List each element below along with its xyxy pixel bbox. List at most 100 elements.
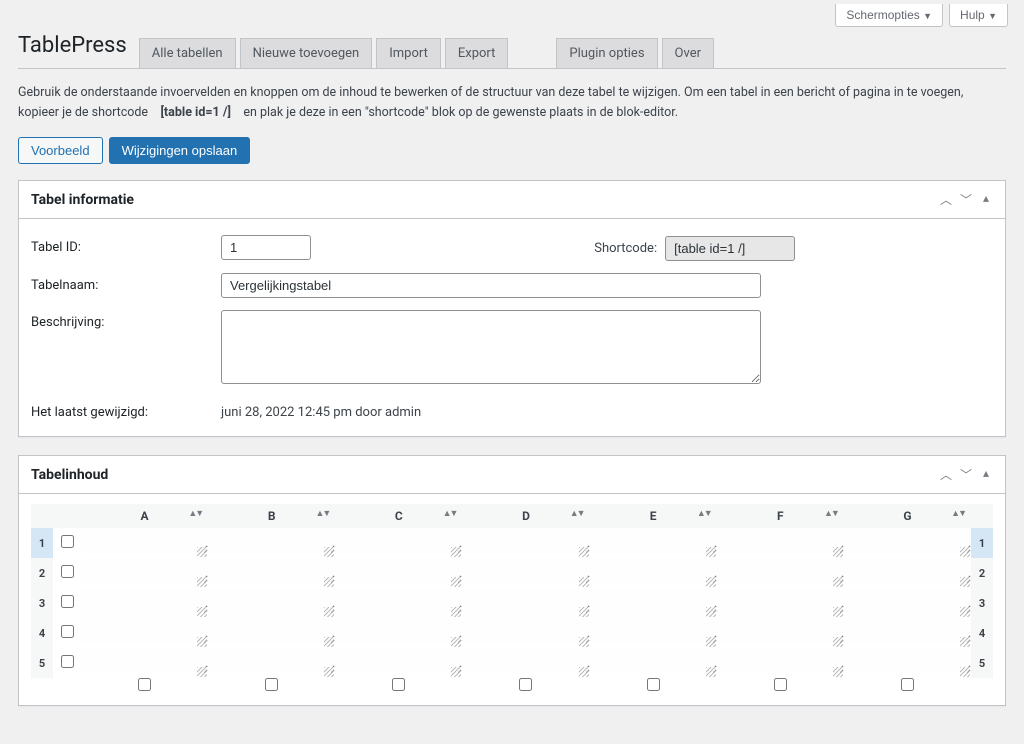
col-header-D[interactable]: D▲▼ <box>462 504 589 528</box>
col-checkbox-B[interactable] <box>265 678 278 691</box>
tab-plugin-options[interactable]: Plugin opties <box>556 38 657 68</box>
preview-button[interactable]: Voorbeeld <box>18 137 103 164</box>
cell-input[interactable] <box>844 558 971 584</box>
row-number[interactable]: 5 <box>971 648 993 678</box>
cell-input[interactable] <box>844 588 971 614</box>
col-header-F[interactable]: F▲▼ <box>717 504 844 528</box>
cell-input[interactable] <box>335 618 462 644</box>
col-header-A[interactable]: A▲▼ <box>81 504 208 528</box>
cell-input[interactable] <box>81 648 208 674</box>
cell-input[interactable] <box>590 528 717 554</box>
tab-add-new[interactable]: Nieuwe toevoegen <box>240 38 373 68</box>
cell-input[interactable] <box>81 528 208 554</box>
cell <box>590 588 717 618</box>
cell-input[interactable] <box>208 648 335 674</box>
cell-input[interactable] <box>81 618 208 644</box>
cell <box>208 558 335 588</box>
table-name-input[interactable] <box>221 273 761 298</box>
cell-input[interactable] <box>81 558 208 584</box>
cell <box>590 528 717 558</box>
cell-input[interactable] <box>844 528 971 554</box>
cell-input[interactable] <box>335 648 462 674</box>
row-checkbox[interactable] <box>61 625 74 638</box>
panel-down-icon[interactable]: ﹀ <box>959 466 973 483</box>
cell <box>462 528 589 558</box>
col-checkbox-D[interactable] <box>519 678 532 691</box>
row-checkbox[interactable] <box>61 535 74 548</box>
cell-input[interactable] <box>590 618 717 644</box>
cell <box>844 588 971 618</box>
panel-up-icon[interactable]: ︿ <box>939 466 953 483</box>
table-id-input[interactable] <box>221 235 311 260</box>
help-button[interactable]: Hulp ▼ <box>949 4 1008 27</box>
cell-input[interactable] <box>462 588 589 614</box>
cell <box>844 648 971 678</box>
row-number[interactable]: 2 <box>971 558 993 588</box>
row-checkbox[interactable] <box>61 565 74 578</box>
row-number[interactable]: 4 <box>971 618 993 648</box>
cell <box>717 618 844 648</box>
cell-input[interactable] <box>844 618 971 644</box>
row-number[interactable]: 5 <box>31 648 53 678</box>
col-checkbox-A[interactable] <box>138 678 151 691</box>
save-button[interactable]: Wijzigingen opslaan <box>109 137 251 164</box>
cell-input[interactable] <box>717 588 844 614</box>
col-checkbox-G[interactable] <box>901 678 914 691</box>
col-header-E[interactable]: E▲▼ <box>590 504 717 528</box>
tab-about[interactable]: Over <box>662 38 714 68</box>
tab-import[interactable]: Import <box>376 38 441 68</box>
cell-input[interactable] <box>462 648 589 674</box>
tab-all-tables[interactable]: Alle tabellen <box>139 38 236 68</box>
cell-input[interactable] <box>208 528 335 554</box>
cell-input[interactable] <box>462 558 589 584</box>
panel-up-icon[interactable]: ︿ <box>939 191 953 208</box>
description-input[interactable] <box>221 310 761 384</box>
shortcode-example: [table id=1 /] <box>160 105 230 120</box>
cell-input[interactable] <box>590 558 717 584</box>
row-number[interactable]: 2 <box>31 558 53 588</box>
cell <box>208 528 335 558</box>
panel-toggle-icon[interactable]: ▴ <box>979 191 993 208</box>
cell-input[interactable] <box>335 558 462 584</box>
row-checkbox[interactable] <box>61 595 74 608</box>
cell-input[interactable] <box>462 618 589 644</box>
cell <box>590 558 717 588</box>
cell-input[interactable] <box>590 648 717 674</box>
col-header-C[interactable]: C▲▼ <box>335 504 462 528</box>
col-checkbox-E[interactable] <box>647 678 660 691</box>
cell <box>462 558 589 588</box>
tab-export[interactable]: Export <box>445 38 509 68</box>
cell-input[interactable] <box>590 588 717 614</box>
row-number[interactable]: 3 <box>971 588 993 618</box>
row-number[interactable]: 1 <box>971 528 993 558</box>
page-header: TablePress Alle tabellen Nieuwe toevoege… <box>18 27 1006 69</box>
cell-input[interactable] <box>717 558 844 584</box>
cell-input[interactable] <box>717 618 844 644</box>
panel-down-icon[interactable]: ﹀ <box>959 191 973 208</box>
cell-input[interactable] <box>208 558 335 584</box>
cell-input[interactable] <box>335 528 462 554</box>
cell-input[interactable] <box>717 528 844 554</box>
row-number[interactable]: 1 <box>31 528 53 558</box>
shortcode-input[interactable] <box>665 236 795 261</box>
row-number[interactable]: 3 <box>31 588 53 618</box>
col-header-B[interactable]: B▲▼ <box>208 504 335 528</box>
col-header-G[interactable]: G▲▼ <box>844 504 971 528</box>
cell-input[interactable] <box>717 648 844 674</box>
row-checkbox[interactable] <box>61 655 74 668</box>
cell <box>335 558 462 588</box>
col-checkbox-C[interactable] <box>392 678 405 691</box>
cell <box>462 648 589 678</box>
cell-input[interactable] <box>208 588 335 614</box>
cell-input[interactable] <box>844 648 971 674</box>
cell-input[interactable] <box>81 588 208 614</box>
row-number[interactable]: 4 <box>31 618 53 648</box>
cell-input[interactable] <box>462 528 589 554</box>
cell <box>844 618 971 648</box>
screen-options-button[interactable]: Schermopties ▼ <box>835 4 943 27</box>
cell-input[interactable] <box>208 618 335 644</box>
cell-input[interactable] <box>335 588 462 614</box>
panel-toggle-icon[interactable]: ▴ <box>979 466 993 483</box>
cell <box>81 588 208 618</box>
col-checkbox-F[interactable] <box>774 678 787 691</box>
